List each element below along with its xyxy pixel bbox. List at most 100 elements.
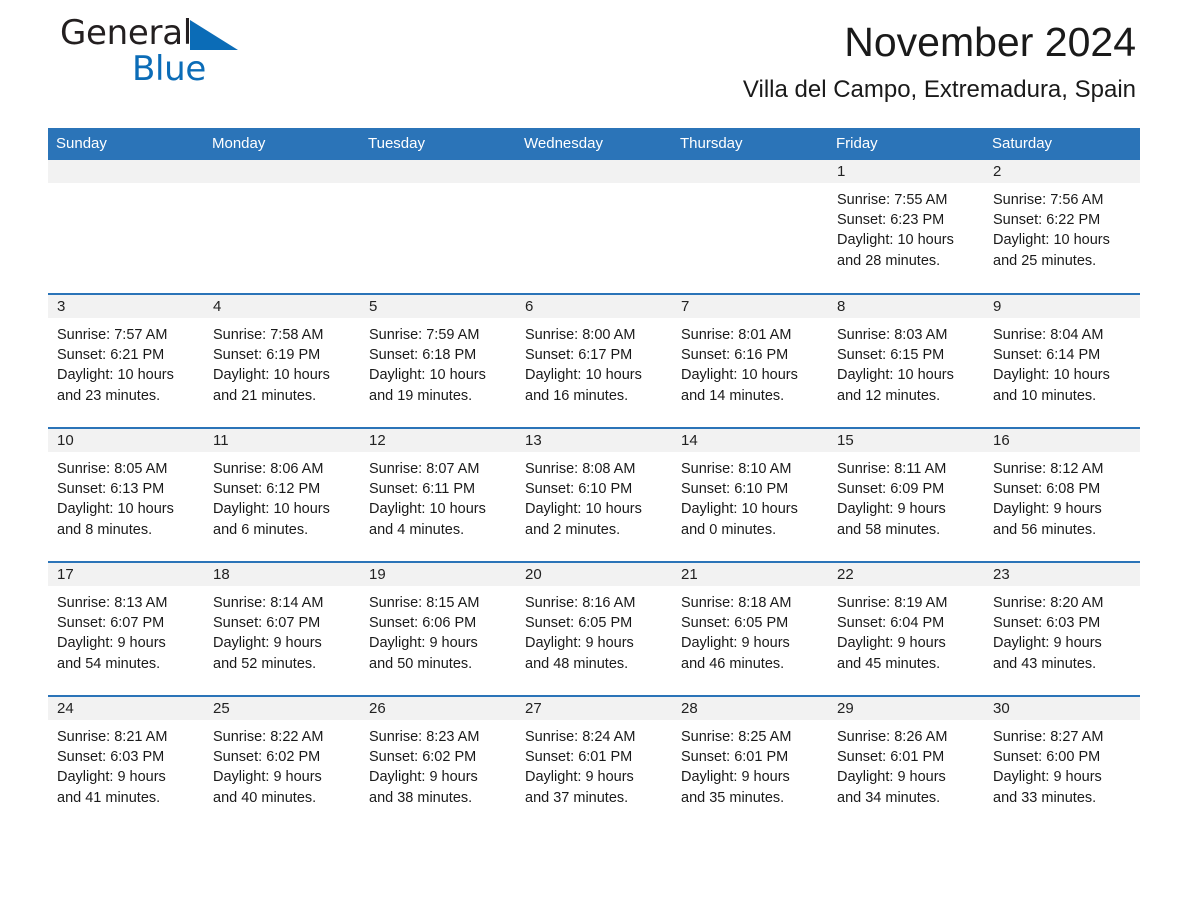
calendar-week-row: 3 Sunrise: 7:57 AM Sunset: 6:21 PM Dayli…	[48, 294, 1140, 429]
day-details: Sunrise: 8:22 AM Sunset: 6:02 PM Dayligh…	[204, 720, 360, 808]
day-number: 29	[828, 697, 984, 720]
day-number: 21	[672, 563, 828, 586]
day-cell[interactable]: 19 Sunrise: 8:15 AM Sunset: 6:06 PM Dayl…	[360, 562, 516, 697]
day-cell[interactable]: 8 Sunrise: 8:03 AM Sunset: 6:15 PM Dayli…	[828, 294, 984, 429]
day-cell[interactable]: 7 Sunrise: 8:01 AM Sunset: 6:16 PM Dayli…	[672, 294, 828, 429]
day-details: Sunrise: 8:14 AM Sunset: 6:07 PM Dayligh…	[204, 586, 360, 674]
day-cell[interactable]	[672, 160, 828, 295]
day-cell[interactable]: 11 Sunrise: 8:06 AM Sunset: 6:12 PM Dayl…	[204, 428, 360, 563]
day-cell[interactable]: 26 Sunrise: 8:23 AM Sunset: 6:02 PM Dayl…	[360, 696, 516, 830]
sunrise-text: Sunrise: 8:07 AM	[369, 461, 480, 477]
day-details: Sunrise: 8:13 AM Sunset: 6:07 PM Dayligh…	[48, 586, 204, 674]
day-cell[interactable]: 6 Sunrise: 8:00 AM Sunset: 6:17 PM Dayli…	[516, 294, 672, 429]
daylight-text-line2: and 19 minutes.	[369, 387, 473, 404]
day-cell[interactable]: 21 Sunrise: 8:18 AM Sunset: 6:05 PM Dayl…	[672, 562, 828, 697]
day-number: 4	[204, 295, 360, 318]
day-number: 12	[360, 429, 516, 452]
daylight-text-line1: Daylight: 9 hours	[993, 769, 1102, 786]
daylight-text-line1: Daylight: 9 hours	[213, 769, 322, 786]
daylight-text-line1: Daylight: 9 hours	[837, 501, 946, 518]
sunrise-text: Sunrise: 8:27 AM	[993, 729, 1104, 745]
weekday-header-sunday: Sunday	[48, 128, 204, 160]
day-cell[interactable]: 9 Sunrise: 8:04 AM Sunset: 6:14 PM Dayli…	[984, 294, 1140, 429]
sunrise-text: Sunrise: 8:15 AM	[369, 595, 480, 611]
daylight-text-line2: and 10 minutes.	[993, 387, 1097, 404]
day-details: Sunrise: 8:07 AM Sunset: 6:11 PM Dayligh…	[360, 452, 516, 540]
day-cell[interactable]: 2 Sunrise: 7:56 AM Sunset: 6:22 PM Dayli…	[984, 160, 1140, 295]
day-number: 23	[984, 563, 1140, 586]
day-cell[interactable]	[360, 160, 516, 295]
daylight-text-line2: and 6 minutes.	[213, 521, 309, 538]
day-details: Sunrise: 8:04 AM Sunset: 6:14 PM Dayligh…	[984, 318, 1140, 406]
day-number	[516, 160, 672, 183]
generalblue-logo[interactable]: General Blue	[60, 14, 260, 92]
day-cell[interactable]	[516, 160, 672, 295]
daylight-text-line1: Daylight: 9 hours	[369, 769, 478, 786]
day-cell[interactable]: 4 Sunrise: 7:58 AM Sunset: 6:19 PM Dayli…	[204, 294, 360, 429]
day-number	[48, 160, 204, 183]
day-number: 22	[828, 563, 984, 586]
day-details: Sunrise: 7:56 AM Sunset: 6:22 PM Dayligh…	[984, 183, 1140, 271]
day-cell[interactable]: 5 Sunrise: 7:59 AM Sunset: 6:18 PM Dayli…	[360, 294, 516, 429]
day-cell[interactable]: 28 Sunrise: 8:25 AM Sunset: 6:01 PM Dayl…	[672, 696, 828, 830]
sunrise-text: Sunrise: 8:23 AM	[369, 729, 480, 745]
day-number: 3	[48, 295, 204, 318]
daylight-text-line1: Daylight: 9 hours	[57, 635, 166, 652]
sunrise-text: Sunrise: 8:04 AM	[993, 327, 1104, 343]
daylight-text-line1: Daylight: 9 hours	[369, 635, 478, 652]
day-number: 7	[672, 295, 828, 318]
day-cell[interactable]: 24 Sunrise: 8:21 AM Sunset: 6:03 PM Dayl…	[48, 696, 204, 830]
day-details: Sunrise: 7:57 AM Sunset: 6:21 PM Dayligh…	[48, 318, 204, 406]
day-number: 19	[360, 563, 516, 586]
daylight-text-line2: and 8 minutes.	[57, 521, 153, 538]
day-details: Sunrise: 8:21 AM Sunset: 6:03 PM Dayligh…	[48, 720, 204, 808]
sunrise-text: Sunrise: 8:06 AM	[213, 461, 324, 477]
daylight-text-line2: and 40 minutes.	[213, 789, 317, 806]
day-details: Sunrise: 8:05 AM Sunset: 6:13 PM Dayligh…	[48, 452, 204, 540]
sunset-text: Sunset: 6:17 PM	[525, 347, 633, 364]
day-number: 24	[48, 697, 204, 720]
day-cell[interactable]: 23 Sunrise: 8:20 AM Sunset: 6:03 PM Dayl…	[984, 562, 1140, 697]
daylight-text-line2: and 50 minutes.	[369, 655, 473, 672]
logo-text-general: General	[60, 13, 192, 53]
day-cell[interactable]: 30 Sunrise: 8:27 AM Sunset: 6:00 PM Dayl…	[984, 696, 1140, 830]
day-details: Sunrise: 8:15 AM Sunset: 6:06 PM Dayligh…	[360, 586, 516, 674]
day-details: Sunrise: 8:00 AM Sunset: 6:17 PM Dayligh…	[516, 318, 672, 406]
day-cell[interactable]: 25 Sunrise: 8:22 AM Sunset: 6:02 PM Dayl…	[204, 696, 360, 830]
daylight-text-line1: Daylight: 10 hours	[213, 501, 330, 518]
daylight-text-line2: and 23 minutes.	[57, 387, 161, 404]
day-cell[interactable]: 14 Sunrise: 8:10 AM Sunset: 6:10 PM Dayl…	[672, 428, 828, 563]
daylight-text-line2: and 25 minutes.	[993, 252, 1097, 269]
day-cell[interactable]	[48, 160, 204, 295]
day-cell[interactable]: 3 Sunrise: 7:57 AM Sunset: 6:21 PM Dayli…	[48, 294, 204, 429]
day-cell[interactable]: 1 Sunrise: 7:55 AM Sunset: 6:23 PM Dayli…	[828, 160, 984, 295]
daylight-text-line2: and 56 minutes.	[993, 521, 1097, 538]
day-cell[interactable]: 27 Sunrise: 8:24 AM Sunset: 6:01 PM Dayl…	[516, 696, 672, 830]
sunrise-text: Sunrise: 8:16 AM	[525, 595, 636, 611]
daylight-text-line1: Daylight: 9 hours	[213, 635, 322, 652]
daylight-text-line1: Daylight: 10 hours	[213, 367, 330, 384]
sunset-text: Sunset: 6:22 PM	[993, 212, 1101, 229]
weekday-header-thursday: Thursday	[672, 128, 828, 160]
day-number	[672, 160, 828, 183]
day-cell[interactable]: 17 Sunrise: 8:13 AM Sunset: 6:07 PM Dayl…	[48, 562, 204, 697]
day-cell[interactable]: 13 Sunrise: 8:08 AM Sunset: 6:10 PM Dayl…	[516, 428, 672, 563]
daylight-text-line2: and 14 minutes.	[681, 387, 785, 404]
day-cell[interactable]: 16 Sunrise: 8:12 AM Sunset: 6:08 PM Dayl…	[984, 428, 1140, 563]
day-cell[interactable]: 22 Sunrise: 8:19 AM Sunset: 6:04 PM Dayl…	[828, 562, 984, 697]
day-cell[interactable]: 15 Sunrise: 8:11 AM Sunset: 6:09 PM Dayl…	[828, 428, 984, 563]
sunrise-text: Sunrise: 8:24 AM	[525, 729, 636, 745]
day-cell[interactable]: 29 Sunrise: 8:26 AM Sunset: 6:01 PM Dayl…	[828, 696, 984, 830]
day-cell[interactable]: 20 Sunrise: 8:16 AM Sunset: 6:05 PM Dayl…	[516, 562, 672, 697]
day-cell[interactable]	[204, 160, 360, 295]
day-cell[interactable]: 12 Sunrise: 8:07 AM Sunset: 6:11 PM Dayl…	[360, 428, 516, 563]
day-cell[interactable]: 18 Sunrise: 8:14 AM Sunset: 6:07 PM Dayl…	[204, 562, 360, 697]
day-cell[interactable]: 10 Sunrise: 8:05 AM Sunset: 6:13 PM Dayl…	[48, 428, 204, 563]
day-details: Sunrise: 8:11 AM Sunset: 6:09 PM Dayligh…	[828, 452, 984, 540]
sunrise-text: Sunrise: 8:05 AM	[57, 461, 168, 477]
sunrise-text: Sunrise: 8:10 AM	[681, 461, 792, 477]
daylight-text-line1: Daylight: 9 hours	[681, 769, 790, 786]
sunset-text: Sunset: 6:05 PM	[681, 615, 789, 632]
calendar-header-row: Sunday Monday Tuesday Wednesday Thursday…	[48, 128, 1140, 160]
day-number: 14	[672, 429, 828, 452]
